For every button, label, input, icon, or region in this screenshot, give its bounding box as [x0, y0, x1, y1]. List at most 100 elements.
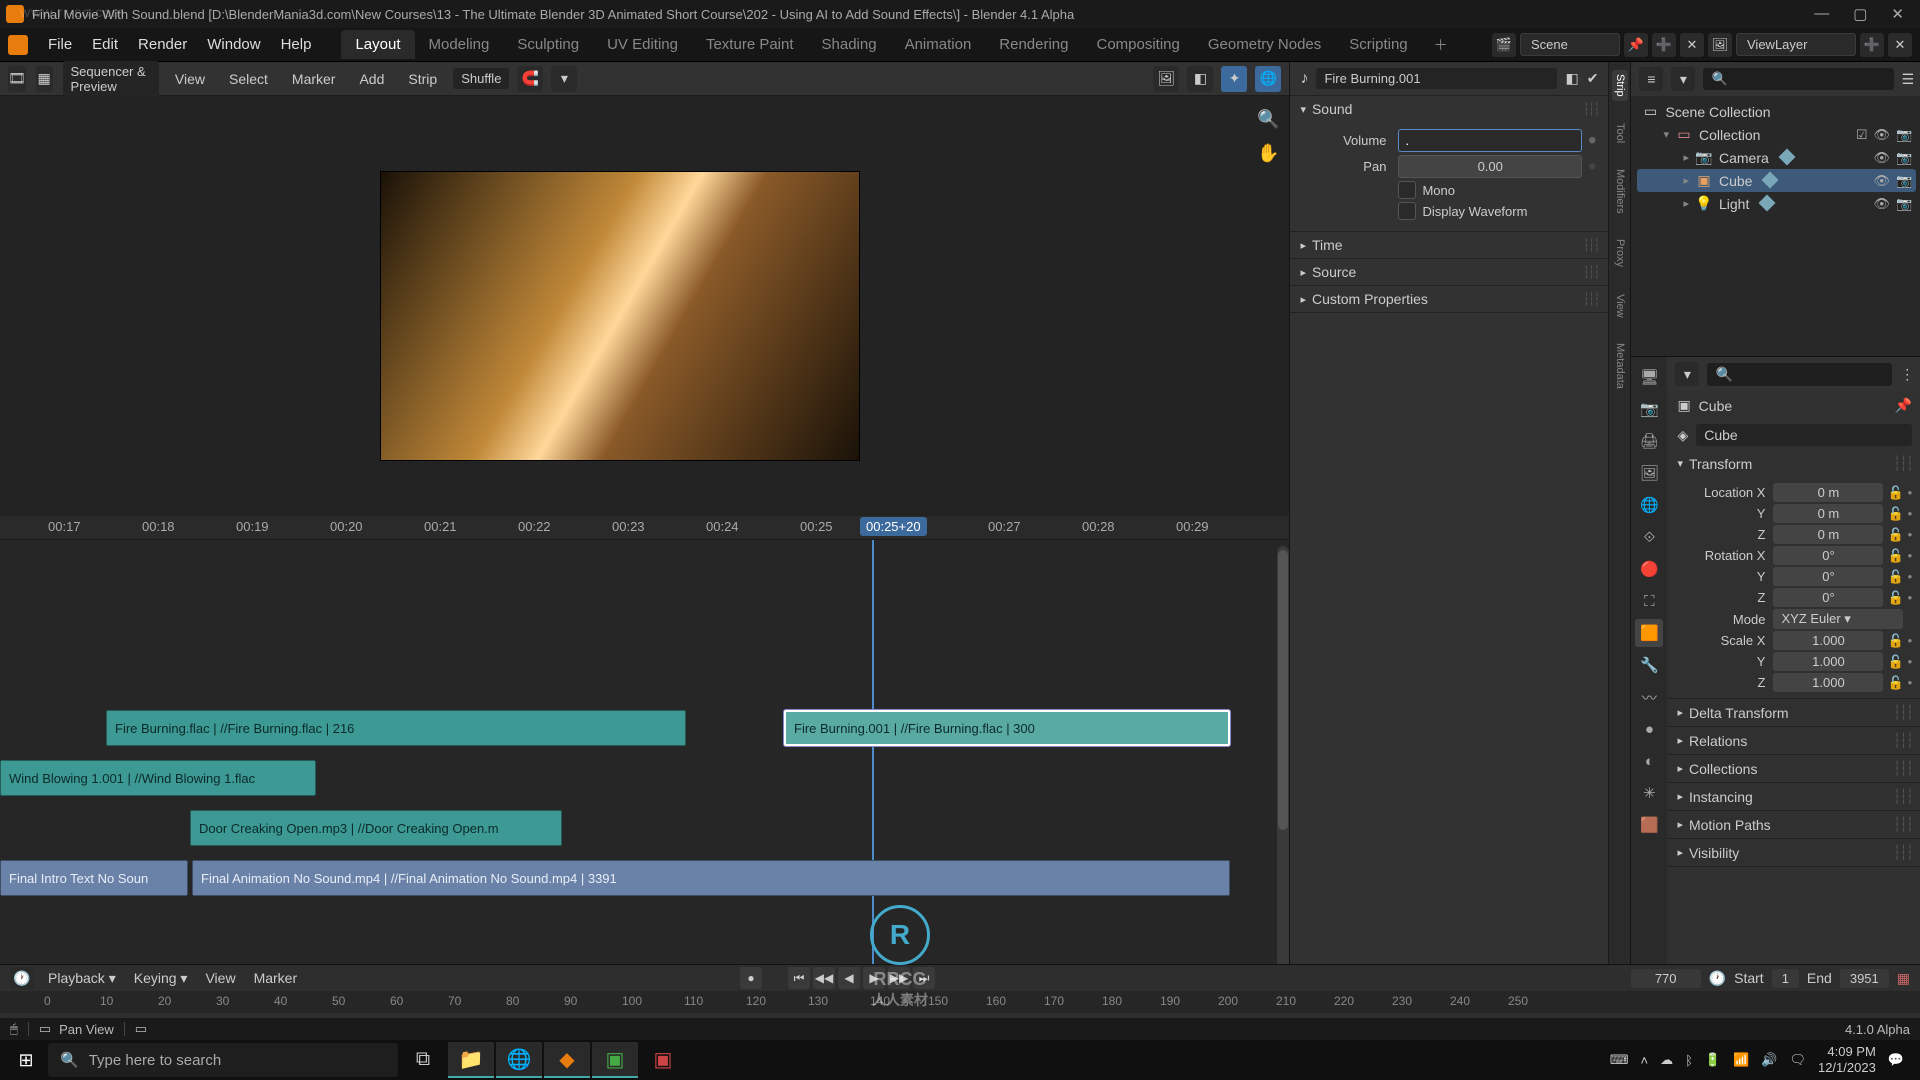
prop-tab-0[interactable]: 🖥 — [1635, 363, 1663, 391]
panel-drag-icon[interactable]: ┆┆┆ — [1893, 760, 1912, 777]
sound-panel-header[interactable]: ▾ Sound ┆┆┆ — [1290, 96, 1608, 122]
sequencer-mode-select[interactable]: Sequencer & Preview — [63, 61, 159, 97]
panel-drag-icon[interactable]: ┆┆┆ — [1893, 816, 1912, 833]
chevron-down-icon[interactable]: ▾ — [1663, 128, 1669, 141]
props-options-icon[interactable]: ⋮ — [1900, 366, 1914, 383]
tray-lang-icon[interactable]: 🗨 — [1789, 1052, 1806, 1068]
chrome-app[interactable]: 🌐 — [496, 1042, 542, 1078]
transform-value[interactable]: 0 m — [1773, 504, 1883, 523]
prop-tab-14[interactable]: 🟫 — [1635, 811, 1663, 839]
outliner-search[interactable]: 🔍 — [1703, 68, 1893, 90]
tray-keyboard-icon[interactable]: ⌨ — [1610, 1052, 1629, 1068]
seq-menu-select[interactable]: Select — [223, 69, 274, 89]
scene-browse-icon[interactable]: 🎬 — [1492, 33, 1516, 57]
tab-rendering[interactable]: Rendering — [985, 30, 1082, 59]
tab-layout[interactable]: Layout — [341, 30, 414, 59]
chevron-right-icon[interactable]: ▸ — [1683, 174, 1689, 187]
snap-icon[interactable]: 🧲 — [517, 66, 543, 92]
outliner-type-icon[interactable]: ≡ — [1639, 67, 1663, 91]
timeline-menu-keying[interactable]: Keying ▾ — [130, 968, 192, 989]
panel-drag-icon[interactable]: ┆┆┆ — [1893, 844, 1912, 861]
sidetab-proxy[interactable]: Proxy — [1612, 235, 1628, 271]
outliner-item-camera[interactable]: ▸📷Camera👁📷 — [1637, 146, 1916, 169]
sound-strip[interactable]: Fire Burning.flac | //Fire Burning.flac … — [106, 710, 686, 746]
tab-compositing[interactable]: Compositing — [1083, 30, 1194, 59]
render-icon[interactable]: 📷 — [1896, 150, 1912, 166]
zoom-icon[interactable]: 🔍 — [1257, 108, 1279, 130]
outliner-scene-collection[interactable]: ▭ Scene Collection — [1637, 100, 1916, 123]
render-icon[interactable]: 📷 — [1896, 196, 1912, 212]
tab-modeling[interactable]: Modeling — [415, 30, 504, 59]
timeline-menu-marker[interactable]: Marker — [250, 968, 302, 988]
scene-del-icon[interactable]: ✕ — [1680, 33, 1704, 57]
prop-tab-2[interactable]: 🖨 — [1635, 427, 1663, 455]
visibility-icon[interactable]: 👁 — [1873, 173, 1890, 189]
lock-icon[interactable]: 🔓 — [1887, 590, 1903, 606]
timeline-ruler[interactable]: 0102030405060708090100110120130140150160… — [0, 991, 1920, 1013]
prop-tab-13[interactable]: ✳ — [1635, 779, 1663, 807]
vertical-scrollbar[interactable] — [1277, 546, 1289, 1014]
mono-checkbox[interactable] — [1398, 181, 1416, 199]
volume-keyframe-dot[interactable]: • — [1588, 134, 1596, 148]
lock-icon[interactable]: 🔓 — [1887, 675, 1903, 691]
data-diamond-icon[interactable] — [1759, 194, 1776, 211]
transform-value[interactable]: 1.000 — [1773, 652, 1883, 671]
viewlayer-name-field[interactable]: ViewLayer — [1736, 33, 1856, 56]
preview-range-icon[interactable]: 🕐 — [1709, 970, 1726, 987]
tray-volume-icon[interactable]: 🔊 — [1761, 1052, 1777, 1068]
tray-up-icon[interactable]: ˄ — [1640, 1053, 1648, 1068]
panel-drag-icon[interactable]: ┆┆┆ — [1583, 102, 1599, 116]
rotation-mode-select[interactable]: XYZ Euler ▾ — [1773, 609, 1903, 629]
lock-icon[interactable]: 🔓 — [1887, 569, 1903, 585]
prop-tab-1[interactable]: 📷 — [1635, 395, 1663, 423]
sound-strip[interactable]: Wind Blowing 1.001 | //Wind Blowing 1.fl… — [0, 760, 316, 796]
pan-icon[interactable]: ✋ — [1257, 142, 1279, 164]
panel-time[interactable]: ▸Time┆┆┆ — [1290, 232, 1608, 258]
transform-value[interactable]: 0° — [1773, 588, 1883, 607]
prop-tab-11[interactable]: ● — [1635, 715, 1663, 743]
menu-help[interactable]: Help — [271, 32, 322, 57]
lock-icon[interactable]: 🔓 — [1887, 654, 1903, 670]
lock-icon[interactable]: 🔓 — [1887, 506, 1903, 522]
panel-relations[interactable]: ▸Relations┆┆┆ — [1667, 727, 1920, 754]
timeline-menu-view[interactable]: View — [201, 968, 239, 988]
prop-tab-7[interactable]: ⛶ — [1635, 587, 1663, 615]
explorer-app[interactable]: 📁 — [448, 1042, 494, 1078]
transform-value[interactable]: 0° — [1773, 567, 1883, 586]
object-name-1[interactable]: Cube — [1699, 398, 1887, 414]
tray-wifi-icon[interactable]: 📶 — [1733, 1052, 1749, 1068]
pan-input[interactable]: 0.00 — [1398, 155, 1582, 178]
add-workspace-button[interactable]: ＋ — [1426, 35, 1456, 55]
tab-animation[interactable]: Animation — [891, 30, 986, 59]
time-cursor-label[interactable]: 00:25+20 — [860, 517, 927, 536]
recorder-app[interactable]: ▣ — [640, 1042, 686, 1078]
render-icon[interactable]: 📷 — [1896, 127, 1912, 143]
prop-tab-6[interactable]: 🔴 — [1635, 555, 1663, 583]
viewlayer-del-icon[interactable]: ✕ — [1888, 33, 1912, 57]
chevron-right-icon[interactable]: ▸ — [1683, 197, 1689, 210]
autokey-icon[interactable]: ● — [740, 967, 762, 989]
sequencer-preview[interactable]: 🔍 ✋ — [0, 96, 1289, 516]
panel-drag-icon[interactable]: ┆┆┆ — [1583, 238, 1599, 252]
transform-value[interactable]: 0 m — [1773, 525, 1883, 544]
maximize-button[interactable]: ▢ — [1853, 5, 1867, 23]
mute-strip-icon[interactable]: ◧ — [1565, 70, 1578, 87]
tab-scripting[interactable]: Scripting — [1335, 30, 1421, 59]
editor-type-icon[interactable]: 🎞 — [8, 66, 26, 92]
end-frame-field[interactable]: 3951 — [1840, 969, 1889, 988]
blender-app[interactable]: ◆ — [544, 1042, 590, 1078]
panel-drag-icon[interactable]: ┆┆┆ — [1893, 455, 1912, 472]
timeline-type-icon[interactable]: 🕐 — [10, 967, 34, 989]
minimize-button[interactable]: — — [1814, 5, 1829, 23]
menu-file[interactable]: File — [38, 32, 82, 57]
strip-name-field[interactable]: Fire Burning.001 — [1316, 68, 1557, 89]
panel-drag-icon[interactable]: ┆┆┆ — [1893, 788, 1912, 805]
visibility-icon[interactable]: 👁 — [1873, 196, 1890, 212]
camtasia-app[interactable]: ▣ — [592, 1042, 638, 1078]
tab-sculpting[interactable]: Sculpting — [503, 30, 593, 59]
prop-tab-3[interactable]: 🖼 — [1635, 459, 1663, 487]
menu-window[interactable]: Window — [197, 32, 270, 57]
sidetab-modifiers[interactable]: Modifiers — [1612, 165, 1628, 218]
preview-mode-icon[interactable]: ▦ — [36, 66, 53, 92]
tray-onedrive-icon[interactable]: ☁ — [1660, 1052, 1673, 1068]
